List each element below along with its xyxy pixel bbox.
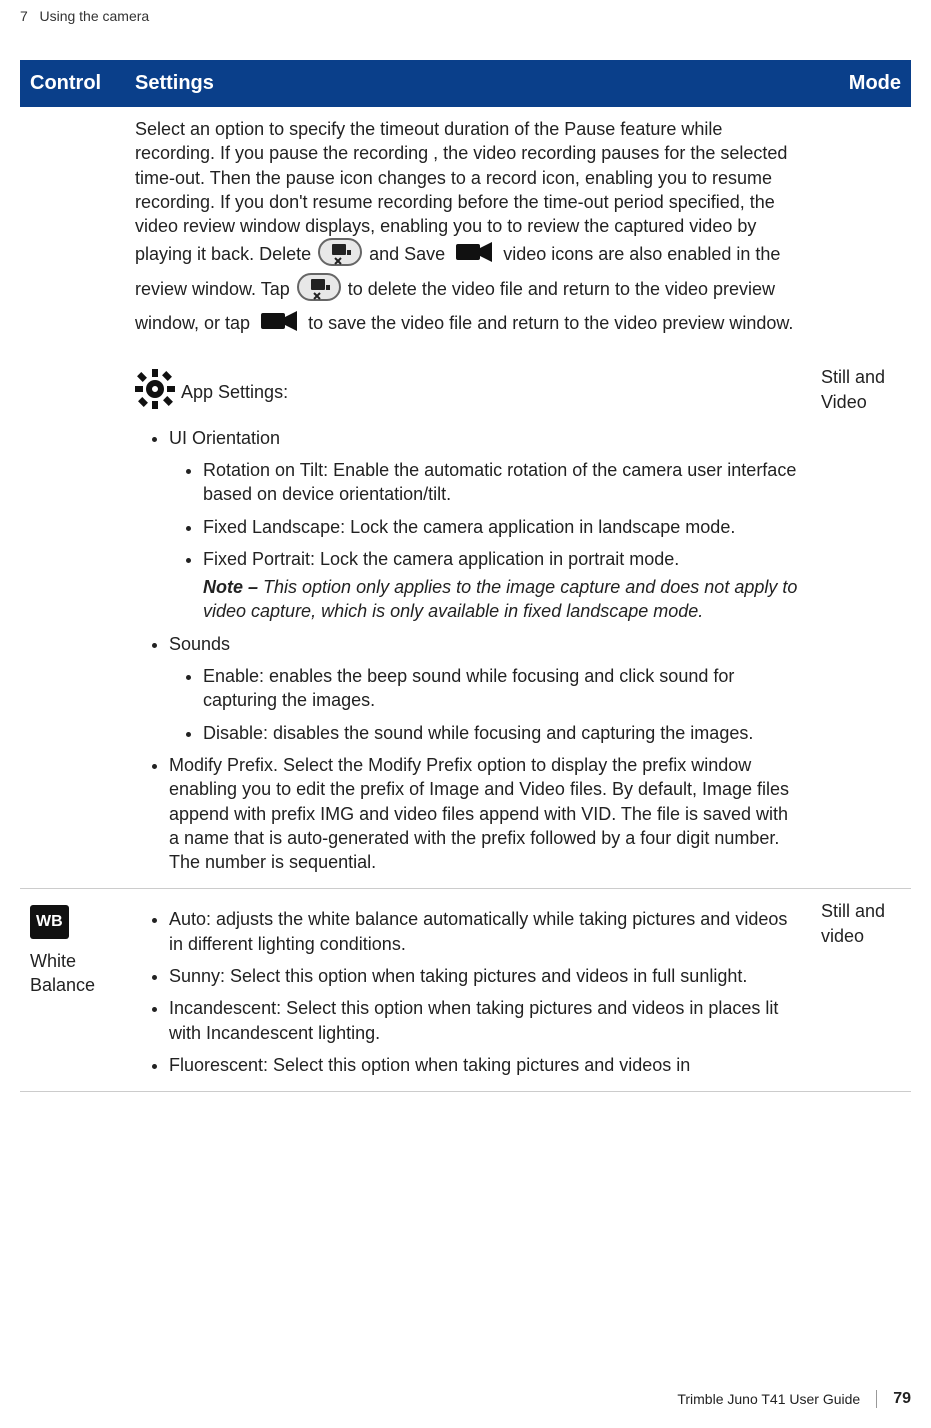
list-item: Fixed Portrait: Lock the camera applicat… bbox=[203, 547, 801, 624]
gear-icon bbox=[135, 369, 175, 415]
wb-icon: WB bbox=[30, 905, 69, 939]
videocam-icon bbox=[257, 307, 301, 341]
control-label: White Balance bbox=[30, 949, 115, 998]
body-text: and Save bbox=[369, 244, 450, 264]
list-item: Incandescent: Select this option when ta… bbox=[169, 996, 801, 1045]
sounds-label: Sounds bbox=[169, 634, 230, 654]
col-settings-header: Settings bbox=[125, 60, 811, 107]
wb-control: WB White Balance bbox=[30, 905, 115, 997]
delete-icon bbox=[318, 238, 362, 272]
list-item: Fluorescent: Select this option when tak… bbox=[169, 1053, 801, 1077]
table-row: WB White Balance Auto: adjusts the white… bbox=[20, 889, 911, 1092]
footer-page-number: 79 bbox=[893, 1390, 911, 1408]
table-header-row: Control Settings Mode bbox=[20, 60, 911, 107]
list-item: Rotation on Tilt: Enable the automatic r… bbox=[203, 458, 801, 507]
list-item: Sunny: Select this option when taking pi… bbox=[169, 964, 801, 988]
bullet-list: UI Orientation Rotation on Tilt: Enable … bbox=[135, 426, 801, 875]
col-control-header: Control bbox=[20, 60, 125, 107]
note-body: This option only applies to the image ca… bbox=[203, 577, 797, 621]
mode-cell: Still and video bbox=[811, 889, 911, 1092]
col-mode-header: Mode bbox=[811, 60, 911, 107]
ui-orientation-label: UI Orientation bbox=[169, 428, 280, 448]
app-settings-label: App Settings: bbox=[181, 380, 288, 404]
list-item: Fixed Landscape: Lock the camera applica… bbox=[203, 515, 801, 539]
note-text: Note – This option only applies to the i… bbox=[203, 575, 801, 624]
mode-cell: Still and Video bbox=[811, 355, 911, 889]
settings-table: Control Settings Mode Select an option t… bbox=[20, 60, 911, 1092]
page-footer: Trimble Juno T41 User Guide 79 bbox=[677, 1390, 911, 1408]
footer-sep bbox=[876, 1390, 877, 1408]
list-item: Enable: enables the beep sound while foc… bbox=[203, 664, 801, 713]
chapter-number: 7 bbox=[20, 8, 28, 24]
list-item: Sounds Enable: enables the beep sound wh… bbox=[169, 632, 801, 745]
delete-icon bbox=[297, 273, 341, 307]
footer-doc-title: Trimble Juno T41 User Guide bbox=[677, 1391, 860, 1407]
list-item: UI Orientation Rotation on Tilt: Enable … bbox=[169, 426, 801, 624]
list-item: Modify Prefix. Select the Modify Prefix … bbox=[169, 753, 801, 874]
chapter-title: Using the camera bbox=[39, 8, 149, 24]
table-row: Select an option to specify the timeout … bbox=[20, 107, 911, 355]
app-settings-header: App Settings: bbox=[135, 369, 801, 415]
list-item: Disable: disables the sound while focusi… bbox=[203, 721, 801, 745]
body-text: to save the video file and return to the… bbox=[308, 313, 793, 333]
note-label: Note – bbox=[203, 577, 258, 597]
fixed-portrait-text: Fixed Portrait: Lock the camera applicat… bbox=[203, 549, 679, 569]
table-row: App Settings: UI Orientation Rotation on… bbox=[20, 355, 911, 889]
list-item: Auto: adjusts the white balance automati… bbox=[169, 907, 801, 956]
videocam-icon bbox=[452, 238, 496, 272]
chapter-header: 7 Using the camera bbox=[20, 8, 911, 24]
